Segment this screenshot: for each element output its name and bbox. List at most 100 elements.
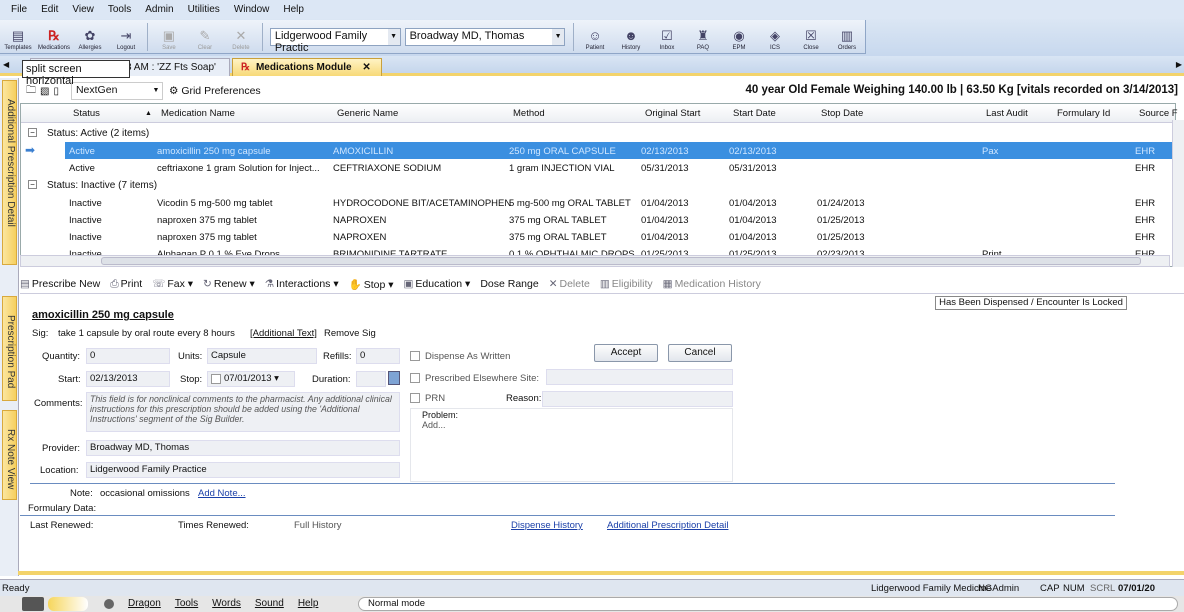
- stop-button[interactable]: ✋ Stop ▾: [349, 278, 394, 291]
- medications-button[interactable]: ℞ Medications: [36, 21, 72, 53]
- fax-button[interactable]: ☏ Fax ▾: [152, 278, 193, 290]
- table-row[interactable]: Active ceftriaxone 1 gram Solution for In…: [21, 159, 1175, 176]
- stop-checkbox[interactable]: [211, 374, 221, 384]
- delete-button[interactable]: ✕ Delete: [223, 21, 259, 53]
- side-tab-prescription-pad[interactable]: Prescription Pad: [2, 296, 17, 401]
- menu-edit[interactable]: Edit: [34, 4, 65, 15]
- provider-field[interactable]: Broadway MD, Thomas: [86, 440, 400, 456]
- paq-button[interactable]: ♜ PAQ: [685, 21, 721, 53]
- add-note-link[interactable]: Add Note...: [198, 488, 246, 499]
- delete-button[interactable]: ✕ Delete: [549, 278, 590, 290]
- quantity-field[interactable]: 0: [86, 348, 170, 364]
- column-header[interactable]: Last Audit: [986, 108, 1028, 119]
- table-row[interactable]: Inactive Vicodin 5 mg-500 mg tablet HYDROC…: [21, 194, 1175, 211]
- print-button[interactable]: ⎙ Print: [110, 278, 142, 291]
- save-button[interactable]: ▣ Save: [151, 21, 187, 53]
- medication-history-button[interactable]: ▦ Medication History: [663, 278, 761, 290]
- education-button[interactable]: ▣ Education ▾: [404, 278, 471, 290]
- duration-field[interactable]: [356, 371, 386, 387]
- menu-tools[interactable]: Tools: [101, 4, 138, 15]
- refills-field[interactable]: 0: [356, 348, 400, 364]
- dragon-menu-sound[interactable]: Sound: [255, 598, 284, 609]
- add-problem-link[interactable]: Add...: [422, 420, 729, 430]
- accept-button[interactable]: Accept: [594, 344, 658, 362]
- collapse-icon[interactable]: −: [28, 180, 37, 189]
- copy-icon[interactable]: ▧: [40, 86, 49, 97]
- column-header[interactable]: Status: [73, 108, 100, 119]
- menu-file[interactable]: File: [4, 4, 34, 15]
- eligibility-button[interactable]: ▥ Eligibility: [600, 278, 653, 290]
- column-header[interactable]: Method: [513, 108, 545, 119]
- clear-button[interactable]: ✎ Clear: [187, 21, 223, 53]
- side-tab-rx-note-view[interactable]: Rx Note View: [2, 410, 17, 500]
- menu-view[interactable]: View: [65, 4, 101, 15]
- additional-detail-link[interactable]: Additional Prescription Detail: [607, 520, 728, 531]
- prn-checkbox[interactable]: [410, 393, 420, 403]
- column-header[interactable]: Original Start: [645, 108, 700, 119]
- logout-button[interactable]: ⇥ Logout: [108, 21, 144, 53]
- dragon-menu-words[interactable]: Words: [212, 598, 241, 609]
- allergies-button[interactable]: ✿ Allergies: [72, 21, 108, 53]
- prescribe-new-button[interactable]: ▤ Prescribe New: [20, 278, 100, 290]
- additional-text-link[interactable]: [Additional Text]: [250, 328, 317, 339]
- menu-help[interactable]: Help: [276, 4, 311, 15]
- grid-preferences-button[interactable]: ⚙ Grid Preferences: [169, 85, 261, 97]
- prescribed-elsewhere-checkbox[interactable]: [410, 373, 420, 383]
- horizontal-scrollbar[interactable]: [20, 255, 1170, 267]
- elsewhere-field[interactable]: [546, 369, 733, 385]
- close-button[interactable]: ☒ Close: [793, 21, 829, 53]
- menu-admin[interactable]: Admin: [138, 4, 180, 15]
- stop-field[interactable]: 07/01/2013 ▾: [207, 371, 295, 387]
- column-header[interactable]: Stop Date: [821, 108, 863, 119]
- location-field[interactable]: Lidgerwood Family Practice: [86, 462, 400, 478]
- templates-button[interactable]: ▤ Templates: [0, 21, 36, 53]
- menu-utilities[interactable]: Utilities: [181, 4, 227, 15]
- scroll-left-icon[interactable]: ◀: [3, 60, 9, 69]
- full-history-link[interactable]: Full History: [294, 520, 342, 531]
- provider-select[interactable]: Broadway MD, Thomas ▼: [404, 27, 566, 46]
- column-header[interactable]: Medication Name: [161, 108, 235, 119]
- dispense-history-link[interactable]: Dispense History: [511, 520, 583, 531]
- dragon-menu-dragon[interactable]: Dragon: [128, 598, 161, 609]
- view-select[interactable]: NextGen ▼: [70, 82, 163, 100]
- microphone-icon[interactable]: [22, 597, 44, 611]
- group-row[interactable]: − Status: Inactive (7 items): [21, 176, 1175, 193]
- column-header[interactable]: Formulary Id: [1057, 108, 1110, 119]
- vertical-scrollbar[interactable]: [1172, 120, 1184, 267]
- menu-window[interactable]: Window: [227, 4, 277, 15]
- dragon-menu-help[interactable]: Help: [298, 598, 319, 609]
- dragon-menu-tools[interactable]: Tools: [175, 598, 198, 609]
- group-row[interactable]: − Status: Active (2 items): [21, 124, 1175, 141]
- cancel-button[interactable]: Cancel: [668, 344, 732, 362]
- collapse-icon[interactable]: −: [28, 128, 37, 137]
- practice-select[interactable]: Lidgerwood Family Practic ▼: [269, 27, 401, 54]
- close-tab-icon[interactable]: ✕: [362, 62, 370, 73]
- orders-button[interactable]: ▥ Orders: [829, 21, 865, 53]
- document-icon[interactable]: ▯: [53, 86, 59, 97]
- inbox-button[interactable]: ☑ Inbox: [649, 21, 685, 53]
- patient-button[interactable]: ☺ Patient: [577, 21, 613, 53]
- scroll-right-icon[interactable]: ▶: [1176, 60, 1182, 69]
- table-row[interactable]: ➡ Active amoxicillin 250 mg capsule AMOXICI…: [25, 142, 1175, 159]
- table-row[interactable]: Inactive naproxen 375 mg tablet NAPROXEN 37…: [21, 211, 1175, 228]
- dose-range-button[interactable]: Dose Range: [480, 278, 538, 290]
- start-field[interactable]: 02/13/2013: [86, 371, 170, 387]
- interactions-button[interactable]: ⚗ Interactions ▾: [265, 278, 339, 290]
- remove-sig-link[interactable]: Remove Sig: [324, 328, 376, 339]
- history-button[interactable]: ☻ History: [613, 21, 649, 53]
- ics-button[interactable]: ◈ ICS: [757, 21, 793, 53]
- tab-medications-module[interactable]: ℞ Medications Module ✕: [232, 58, 382, 76]
- renew-button[interactable]: ↻ Renew ▾: [203, 278, 255, 290]
- dispense-as-written-checkbox[interactable]: [410, 351, 420, 361]
- side-tab-additional-detail[interactable]: Additional Prescription Detail: [2, 80, 17, 265]
- table-row[interactable]: Inactive naproxen 375 mg tablet NAPROXEN 37…: [21, 228, 1175, 245]
- units-field[interactable]: Capsule: [207, 348, 317, 364]
- calculator-icon[interactable]: [388, 371, 400, 385]
- column-header[interactable]: Start Date: [733, 108, 776, 119]
- comments-field[interactable]: This field is for nonclinical comments t…: [86, 392, 400, 432]
- epm-button[interactable]: ◉ EPM: [721, 21, 757, 53]
- reason-field[interactable]: [542, 391, 733, 407]
- column-header[interactable]: Source F: [1139, 108, 1178, 119]
- column-header[interactable]: Generic Name: [337, 108, 398, 119]
- medication-title[interactable]: amoxicillin 250 mg capsule: [32, 309, 174, 321]
